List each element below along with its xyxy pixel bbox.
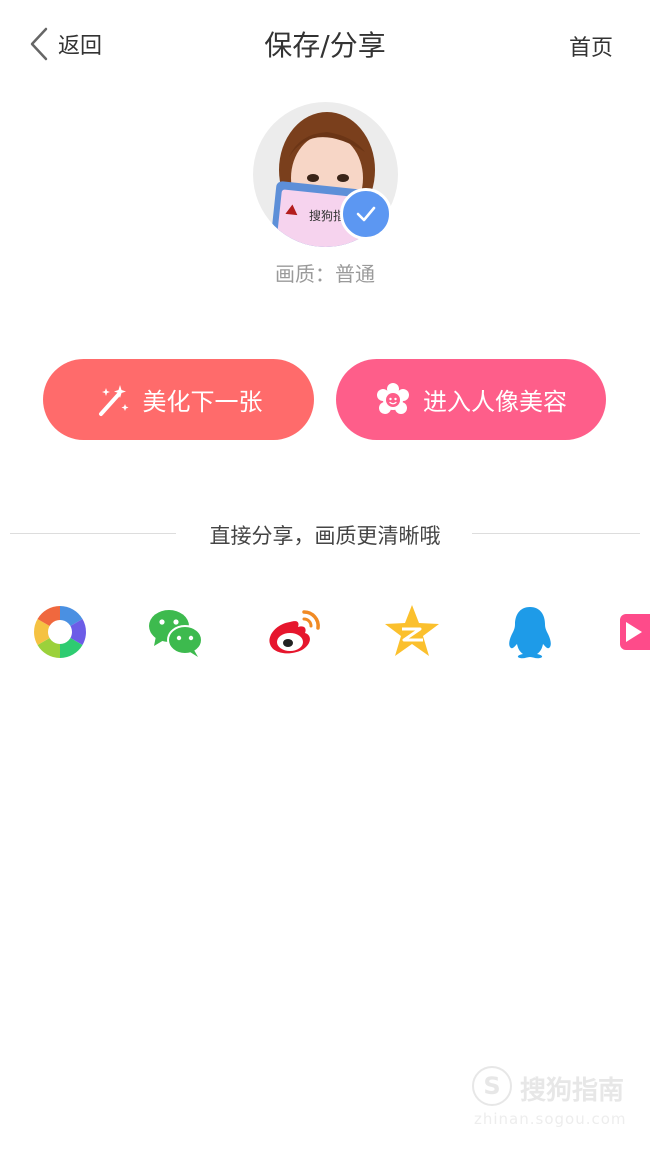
portrait-beauty-label: 进入人像美容 <box>423 388 567 416</box>
beautify-next-button[interactable]: 美化下一张 <box>43 359 314 440</box>
check-badge <box>340 188 392 240</box>
portrait-beauty-button[interactable]: 进入人像美容 <box>336 359 606 440</box>
share-hint: 直接分享，画质更清晰哦 <box>209 524 441 548</box>
qq-icon <box>509 607 551 659</box>
wechat-icon <box>149 610 203 657</box>
top-bar: 返回 保存/分享 首页 <box>0 0 650 88</box>
watermark: S 搜狗指南 zhinan.sogou.com <box>470 1064 640 1134</box>
share-camera-button[interactable] <box>30 602 90 662</box>
sogou-logo-icon: S <box>472 1066 512 1106</box>
quality-label: 画质：普通 <box>275 262 375 286</box>
video-play-icon <box>620 614 650 650</box>
home-link[interactable]: 首页 <box>569 30 613 62</box>
share-qzone-button[interactable] <box>382 602 442 662</box>
share-video-button[interactable] <box>618 602 650 662</box>
divider-right <box>472 533 640 534</box>
check-icon <box>356 206 376 222</box>
beautify-next-label: 美化下一张 <box>142 388 263 416</box>
face-flower-icon <box>375 382 411 418</box>
share-wechat-button[interactable] <box>146 602 206 662</box>
share-qq-button[interactable] <box>500 602 560 662</box>
share-weibo-button[interactable] <box>264 602 324 662</box>
watermark-brand: 搜狗指南 <box>520 1076 625 1106</box>
qzone-icon <box>385 605 439 656</box>
weibo-icon <box>269 610 320 654</box>
magic-wand-icon <box>95 382 131 418</box>
watermark-url: zhinan.sogou.com <box>474 1110 627 1128</box>
page-title: 保存/分享 <box>264 29 386 62</box>
camera-shutter-icon <box>34 606 86 658</box>
